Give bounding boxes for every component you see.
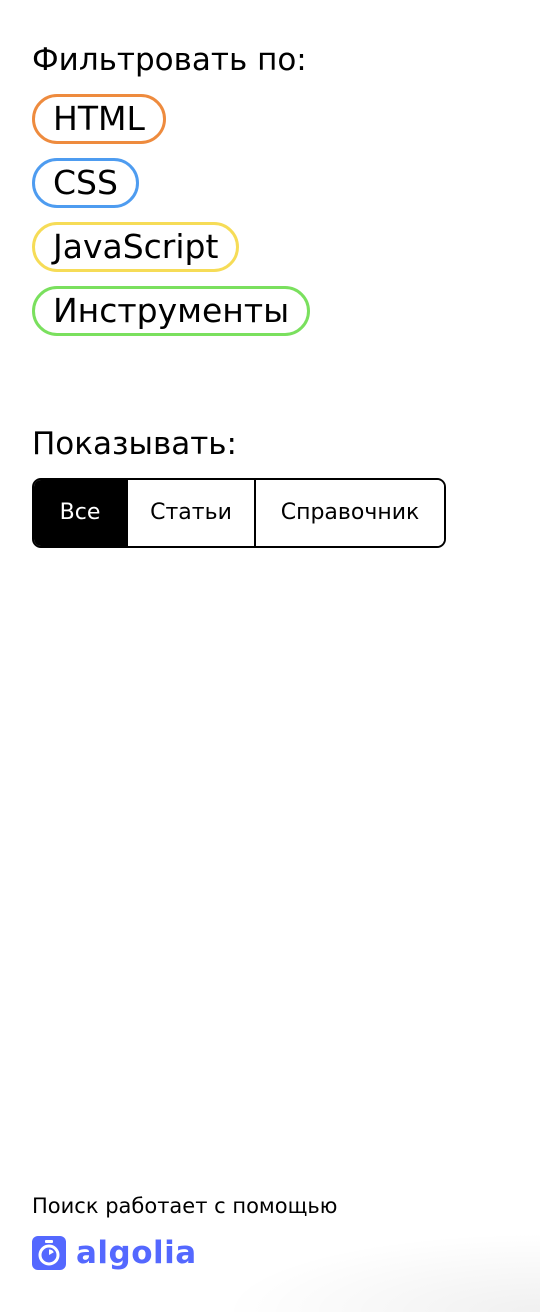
show-heading: Показывать:	[32, 426, 237, 462]
algolia-link[interactable]: algolia	[32, 1234, 197, 1272]
segment-articles[interactable]: Статьи	[126, 480, 254, 546]
search-filters-panel: Фильтровать по: HTML CSS JavaScript Инст…	[0, 0, 540, 1312]
corner-shadow	[220, 1232, 540, 1312]
filter-heading: Фильтровать по:	[32, 42, 307, 78]
algolia-wordmark: algolia	[76, 1235, 197, 1271]
powered-by-text: Поиск работает с помощью	[32, 1194, 338, 1218]
segment-all[interactable]: Все	[34, 480, 126, 546]
filter-chip-css[interactable]: CSS	[32, 158, 139, 208]
filter-chip-html[interactable]: HTML	[32, 94, 166, 144]
algolia-stopwatch-icon	[32, 1236, 66, 1270]
segment-reference[interactable]: Справочник	[254, 480, 444, 546]
content-type-switch: Все Статьи Справочник	[32, 478, 446, 548]
filter-chip-list: HTML CSS JavaScript Инструменты	[32, 94, 311, 336]
filter-chip-javascript[interactable]: JavaScript	[32, 222, 240, 272]
filter-chip-tools[interactable]: Инструменты	[32, 286, 311, 336]
